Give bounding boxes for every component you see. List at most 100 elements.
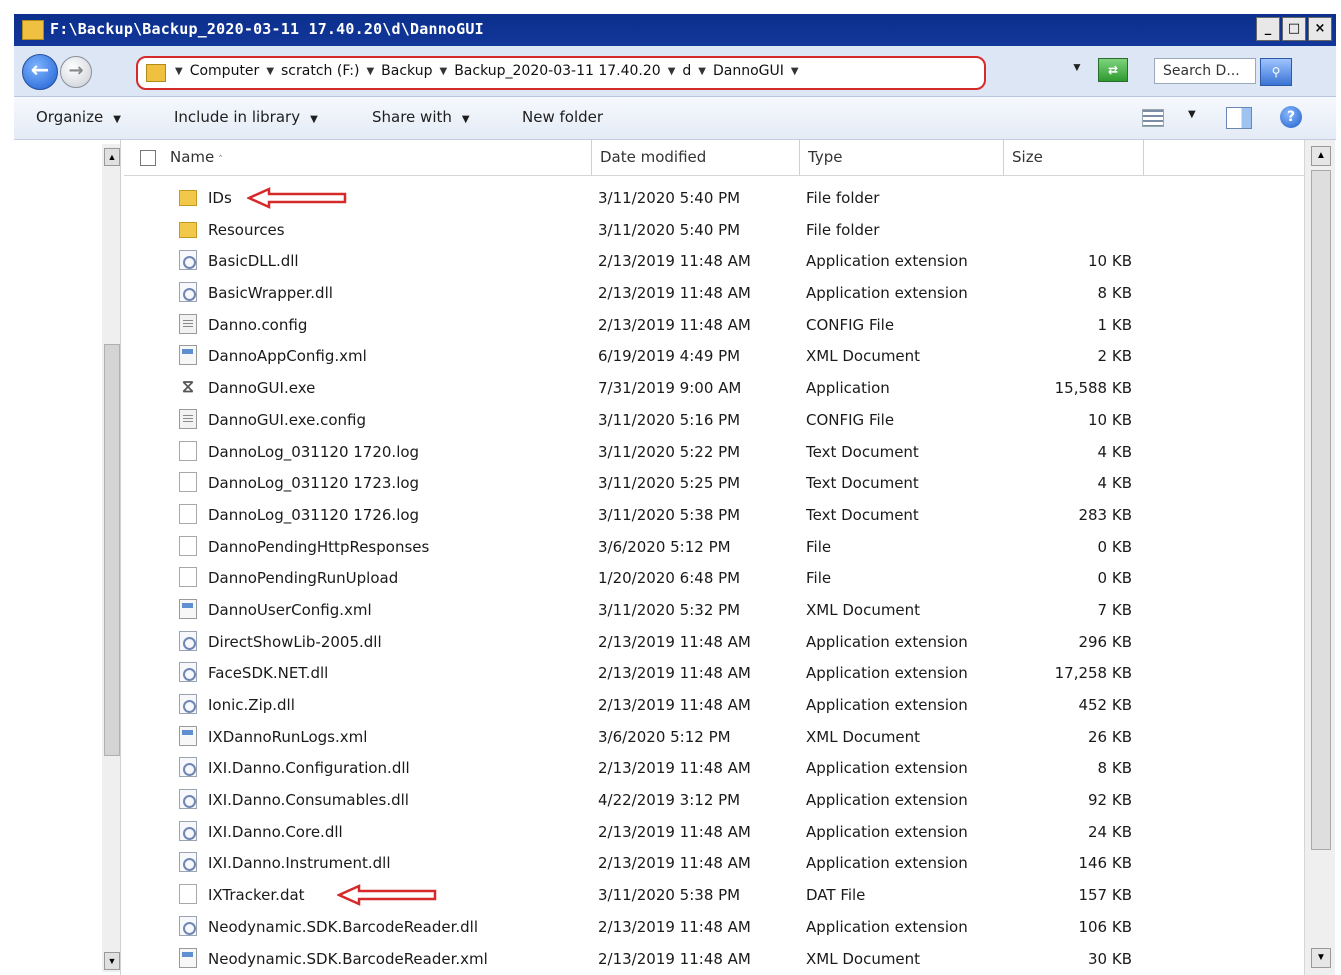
help-icon[interactable]: ? bbox=[1280, 106, 1302, 128]
breadcrumb-item[interactable]: Computer bbox=[190, 63, 260, 79]
table-row[interactable]: Neodynamic.SDK.BarcodeReader.dll 2/13/201… bbox=[124, 911, 1304, 943]
file-list: IDs 3/11/2020 5:40 PM File folder Resources… bbox=[124, 182, 1304, 974]
annotation-arrow-icon bbox=[247, 187, 347, 209]
table-row[interactable]: BasicDLL.dll 2/13/2019 11:48 AM Applicatio… bbox=[124, 245, 1304, 277]
chevron-icon[interactable]: ▼ bbox=[440, 66, 448, 77]
table-row[interactable]: FaceSDK.NET.dll 2/13/2019 11:48 AM Applica… bbox=[124, 657, 1304, 689]
folder-icon bbox=[179, 221, 197, 238]
table-row[interactable]: Danno.config 2/13/2019 11:48 AM CONFIG Fil… bbox=[124, 309, 1304, 341]
minimize-button[interactable]: _ bbox=[1256, 17, 1280, 41]
xml-icon bbox=[179, 725, 197, 746]
breadcrumb-item[interactable]: d bbox=[682, 63, 691, 79]
file-size: 7 KB bbox=[1097, 600, 1132, 619]
chevron-icon[interactable]: ▼ bbox=[791, 66, 799, 77]
table-row[interactable]: IXI.Danno.Instrument.dll 2/13/2019 11:48 … bbox=[124, 847, 1304, 879]
file-size: 26 KB bbox=[1088, 727, 1132, 746]
search-input[interactable]: Search D... bbox=[1154, 58, 1256, 84]
table-row[interactable]: ⧖ DannoGUI.exe 7/31/2019 9:00 AM Applicatio… bbox=[124, 372, 1304, 404]
file-size: 452 KB bbox=[1078, 696, 1132, 714]
address-bar[interactable]: ▼ Computer ▼ scratch (F:) ▼ Backup ▼ Bac… bbox=[136, 56, 986, 90]
date-modified: 3/11/2020 5:25 PM bbox=[598, 474, 741, 493]
preview-pane-icon[interactable] bbox=[1226, 107, 1252, 129]
breadcrumb-item[interactable]: Backup bbox=[381, 63, 432, 79]
file-list-scrollbar[interactable]: ▲ ▼ bbox=[1304, 140, 1335, 975]
size-column-header[interactable]: Size bbox=[1004, 140, 1144, 175]
select-all-checkbox[interactable] bbox=[140, 150, 156, 166]
view-dropdown-icon[interactable]: ▼ bbox=[1188, 109, 1196, 120]
scroll-down-icon[interactable]: ▼ bbox=[104, 952, 120, 970]
new-folder-button[interactable]: New folder bbox=[522, 108, 603, 126]
file-name: DirectShowLib-2005.dll bbox=[208, 632, 382, 651]
table-row[interactable]: DannoUserConfig.xml 3/11/2020 5:32 PM XML … bbox=[124, 594, 1304, 626]
breadcrumb-item[interactable]: scratch (F:) bbox=[281, 63, 359, 79]
view-options-icon[interactable] bbox=[1142, 109, 1164, 127]
table-row[interactable]: Neodynamic.SDK.BarcodeReader.xml 2/13/201… bbox=[124, 943, 1304, 975]
forward-button[interactable]: → bbox=[60, 56, 92, 88]
table-row[interactable]: Resources 3/11/2020 5:40 PM File folder bbox=[124, 214, 1304, 246]
file-size: 296 KB bbox=[1078, 632, 1132, 651]
navigation-bar: ← → ▼ Computer ▼ scratch (F:) ▼ Backup ▼… bbox=[14, 46, 1336, 97]
dll-icon bbox=[179, 694, 197, 714]
table-row[interactable]: IXI.Danno.Core.dll 2/13/2019 11:48 AM Appl… bbox=[124, 816, 1304, 848]
table-row[interactable]: DannoLog_031120 1726.log 3/11/2020 5:38 P… bbox=[124, 499, 1304, 531]
file-name: IXDannoRunLogs.xml bbox=[208, 727, 368, 746]
name-column-header[interactable]: Name ˄ bbox=[124, 140, 592, 175]
chevron-icon[interactable]: ▼ bbox=[668, 66, 676, 77]
table-row[interactable]: BasicWrapper.dll 2/13/2019 11:48 AM Applic… bbox=[124, 277, 1304, 309]
folder-icon bbox=[22, 20, 44, 40]
file-name: DannoPendingRunUpload bbox=[208, 569, 399, 588]
table-row[interactable]: DannoPendingHttpResponses 3/6/2020 5:12 P… bbox=[124, 531, 1304, 563]
address-history-dropdown-icon[interactable]: ▼ bbox=[1071, 60, 1083, 74]
table-row[interactable]: DannoPendingRunUpload 1/20/2020 6:48 PM Fi… bbox=[124, 562, 1304, 594]
table-row[interactable]: DannoLog_031120 1723.log 3/11/2020 5:25 P… bbox=[124, 467, 1304, 499]
organize-button[interactable]: Organize ▼ bbox=[36, 108, 121, 126]
file-size: 157 KB bbox=[1078, 886, 1132, 905]
table-row[interactable]: DannoGUI.exe.config 3/11/2020 5:16 PM CONF… bbox=[124, 404, 1304, 436]
table-row[interactable]: DirectShowLib-2005.dll 2/13/2019 11:48 AM… bbox=[124, 626, 1304, 658]
refresh-button[interactable]: ⇄ bbox=[1098, 58, 1128, 82]
close-button[interactable]: × bbox=[1308, 17, 1332, 41]
scroll-thumb[interactable] bbox=[1311, 170, 1331, 850]
file-size: 106 KB bbox=[1078, 917, 1132, 936]
type-column-header[interactable]: Type bbox=[800, 140, 1004, 175]
file-size: 4 KB bbox=[1097, 442, 1132, 461]
scroll-up-icon[interactable]: ▲ bbox=[104, 148, 120, 166]
scroll-up-icon[interactable]: ▲ bbox=[1311, 146, 1331, 166]
table-row[interactable]: IXTracker.dat 3/11/2020 5:38 PM DAT File 15… bbox=[124, 879, 1304, 911]
file-size: 15,588 KB bbox=[1054, 379, 1132, 398]
file-type: Application extension bbox=[806, 696, 968, 714]
table-row[interactable]: DannoLog_031120 1720.log 3/11/2020 5:22 P… bbox=[124, 436, 1304, 468]
date-modified-column-header[interactable]: Date modified bbox=[592, 140, 800, 175]
date-modified: 1/20/2020 6:48 PM bbox=[598, 569, 741, 588]
window-controls: _ □ × bbox=[1256, 17, 1332, 41]
annotation-arrow-icon bbox=[337, 884, 437, 907]
chevron-icon[interactable]: ▼ bbox=[266, 66, 274, 77]
back-button[interactable]: ← bbox=[22, 54, 58, 90]
table-row[interactable]: IXI.Danno.Configuration.dll 2/13/2019 11:… bbox=[124, 752, 1304, 784]
table-row[interactable]: IXI.Danno.Consumables.dll 4/22/2019 3:12 … bbox=[124, 784, 1304, 816]
include-in-library-button[interactable]: Include in library ▼ bbox=[174, 108, 318, 126]
scroll-down-icon[interactable]: ▼ bbox=[1311, 948, 1331, 968]
table-row[interactable]: Ionic.Zip.dll 2/13/2019 11:48 AM Applicati… bbox=[124, 689, 1304, 721]
table-row[interactable]: IDs 3/11/2020 5:40 PM File folder bbox=[124, 182, 1304, 214]
search-icon[interactable]: ⚲ bbox=[1260, 58, 1292, 86]
date-modified: 3/11/2020 5:40 PM bbox=[598, 189, 741, 207]
table-row[interactable]: DannoAppConfig.xml 6/19/2019 4:49 PM XML D… bbox=[124, 340, 1304, 372]
file-name: DannoPendingHttpResponses bbox=[208, 537, 430, 556]
chevron-icon[interactable]: ▼ bbox=[698, 66, 706, 77]
breadcrumb-item[interactable]: DannoGUI bbox=[713, 63, 784, 79]
date-modified: 2/13/2019 11:48 AM bbox=[598, 822, 751, 841]
navigation-scrollbar[interactable]: ▲ ▼ bbox=[102, 144, 120, 972]
breadcrumb-item[interactable]: Backup_2020-03-11 17.40.20 bbox=[454, 63, 660, 79]
table-row[interactable]: IXDannoRunLogs.xml 3/6/2020 5:12 PM XML Do… bbox=[124, 721, 1304, 753]
file-size: 146 KB bbox=[1078, 854, 1132, 873]
scroll-thumb[interactable] bbox=[104, 344, 120, 756]
maximize-button[interactable]: □ bbox=[1282, 17, 1306, 41]
chevron-icon[interactable]: ▼ bbox=[366, 66, 374, 77]
chevron-icon[interactable]: ▼ bbox=[175, 66, 183, 77]
date-modified: 2/13/2019 11:48 AM bbox=[598, 917, 751, 936]
share-with-button[interactable]: Share with ▼ bbox=[372, 108, 470, 126]
date-modified: 2/13/2019 11:48 AM bbox=[598, 315, 751, 334]
dll-icon bbox=[179, 282, 197, 303]
file-name: DannoGUI.exe.config bbox=[208, 410, 367, 429]
